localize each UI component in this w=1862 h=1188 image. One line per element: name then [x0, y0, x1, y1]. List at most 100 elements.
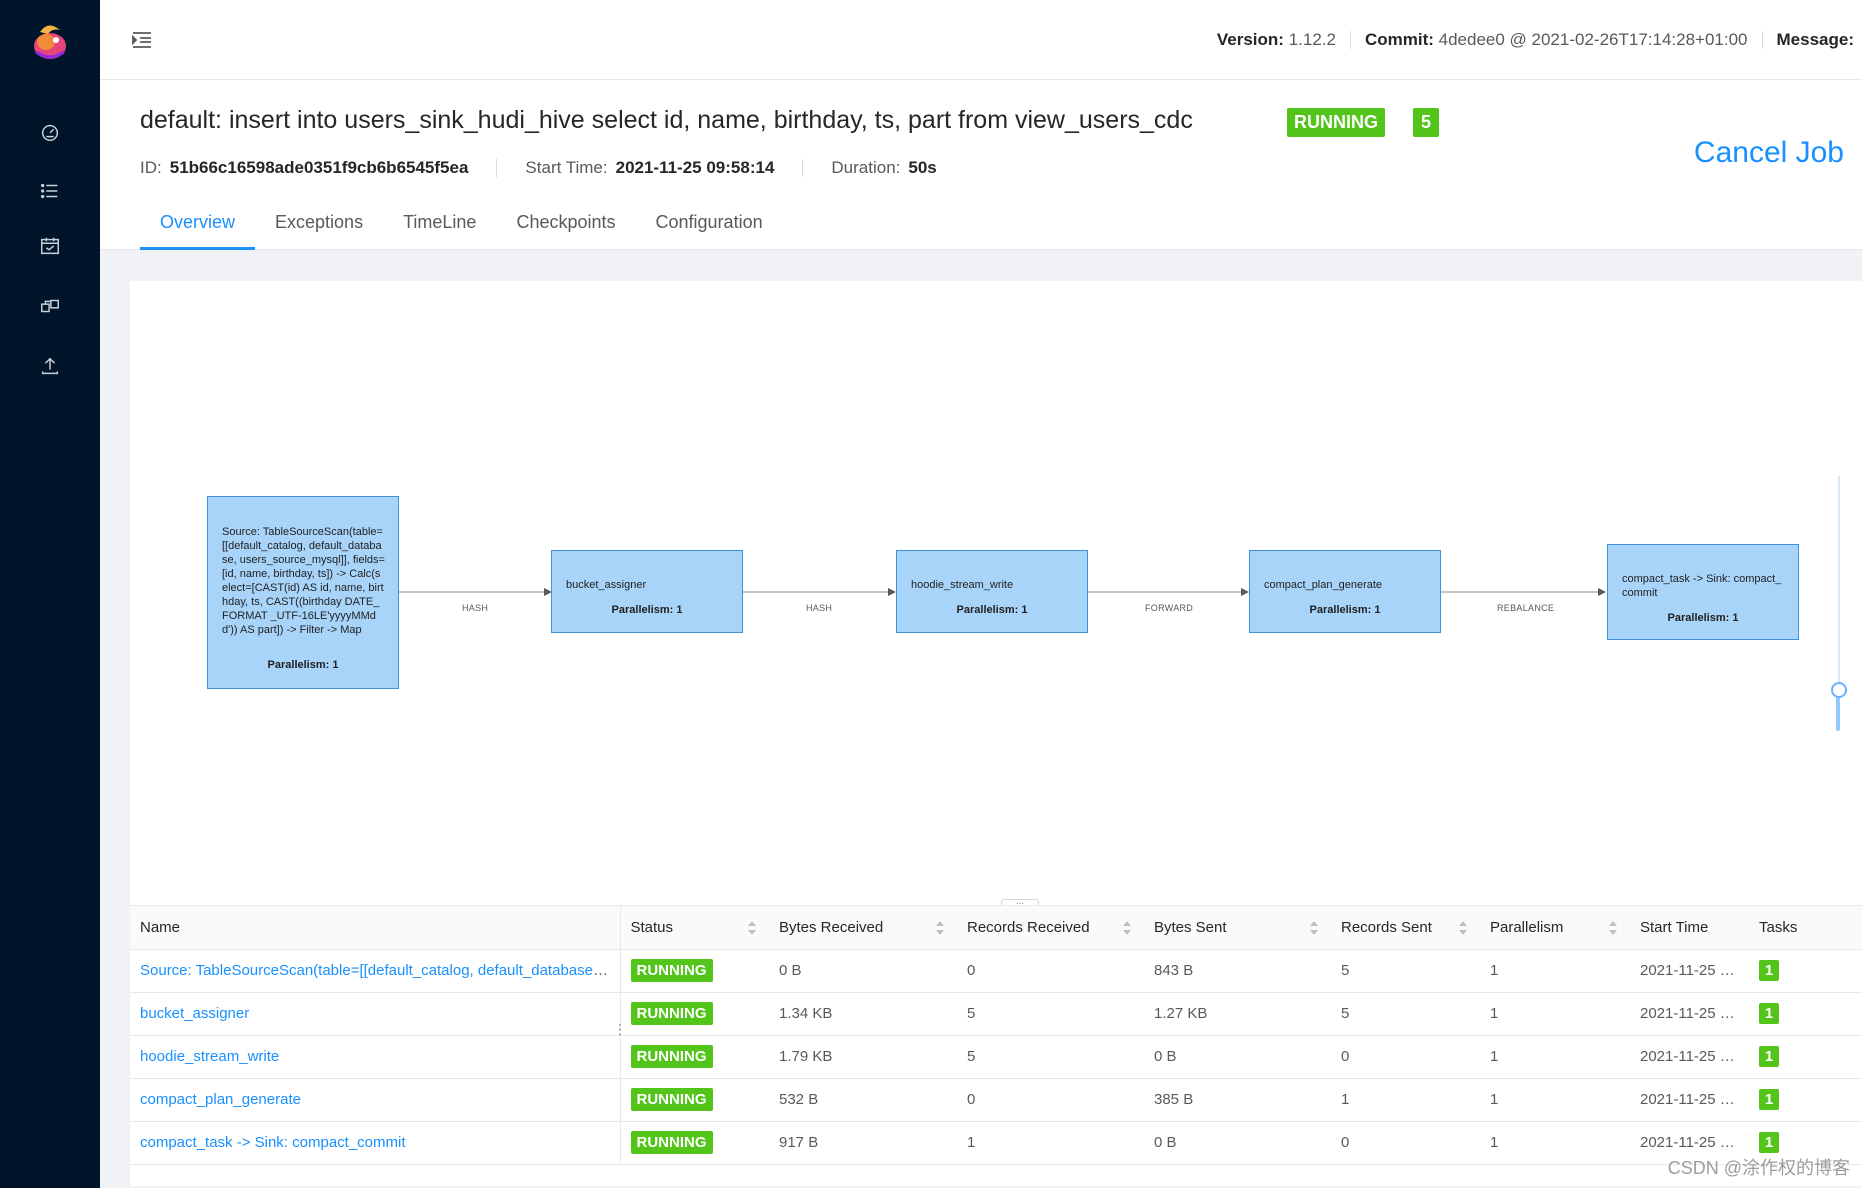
tab-configuration[interactable]: Configuration: [636, 210, 783, 250]
bytes-sent-cell: 385 B: [1144, 1078, 1331, 1122]
parallelism-cell: 1: [1480, 1035, 1630, 1079]
tab-exceptions[interactable]: Exceptions: [255, 210, 383, 250]
vertex-name-cell[interactable]: compact_task -> Sink: compact_commit: [130, 1121, 621, 1165]
vertex-name-link[interactable]: Source: TableSourceScan(table=[[default_…: [140, 962, 619, 979]
job-graph[interactable]: Source: TableSourceScan(table=[[default_…: [130, 281, 1862, 909]
vertex-name-cell[interactable]: bucket_assigner: [130, 992, 621, 1036]
column-header-bytes-received[interactable]: Bytes Received: [769, 906, 957, 950]
vertex-table: Name Status Bytes Received Records Recei…: [130, 905, 1862, 1186]
flink-logo[interactable]: [26, 18, 74, 66]
bytes-sent-cell: 0 B: [1144, 1035, 1331, 1079]
table-row[interactable]: hoodie_stream_write RUNNING 1.79 KB 5 0 …: [130, 1035, 1862, 1079]
task-count-badge: 1: [1759, 1003, 1779, 1024]
job-meta: ID: 51b66c16598ade0351f9cb6b6545f5ea Sta…: [140, 158, 937, 178]
tasks-cell: 1: [1749, 1078, 1862, 1122]
records-sent-cell: 5: [1331, 949, 1480, 993]
status-cell: RUNNING: [620, 949, 769, 993]
column-header-bytes-sent[interactable]: Bytes Sent: [1144, 906, 1331, 950]
graph-node-compact-task-sink[interactable]: compact_task -> Sink: compact_commit Par…: [1607, 544, 1799, 640]
divider: [1761, 31, 1763, 49]
upload-icon[interactable]: [36, 352, 64, 380]
vertex-name-cell[interactable]: compact_plan_generate: [130, 1078, 621, 1122]
table-row[interactable]: compact_task -> Sink: compact_commit RUN…: [130, 1121, 1862, 1165]
vertex-name-cell[interactable]: hoodie_stream_write: [130, 1035, 621, 1079]
status-badge: RUNNING: [630, 1002, 713, 1025]
duration-label: Duration:: [831, 158, 901, 177]
graph-node-bucket-assigner[interactable]: bucket_assigner Parallelism: 1: [551, 550, 743, 633]
tab-overview[interactable]: Overview: [140, 210, 256, 250]
cancel-job-button[interactable]: Cancel Job: [1694, 136, 1844, 170]
tab-checkpoints[interactable]: Checkpoints: [496, 210, 635, 250]
column-header-records-received[interactable]: Records Received: [957, 906, 1144, 950]
job-id-value: 51b66c16598ade0351f9cb6b6545f5ea: [169, 158, 469, 177]
table-row[interactable]: Source: TableSourceScan(table=[[default_…: [130, 949, 1862, 993]
node-parallelism: Parallelism: 1: [1309, 604, 1381, 616]
duration-value: 50s: [908, 158, 937, 177]
vertex-name-link[interactable]: compact_task -> Sink: compact_commit: [140, 1134, 406, 1151]
sort-icon[interactable]: [1309, 920, 1319, 936]
task-count-badge: 1: [1759, 960, 1779, 981]
job-tabs: Overview Exceptions TimeLine Checkpoints…: [140, 210, 783, 250]
column-resize-handle[interactable]: ⋮: [613, 1022, 627, 1048]
vertex-name-link[interactable]: hoodie_stream_write: [140, 1048, 279, 1065]
bytes-received-cell: 917 B: [769, 1121, 957, 1165]
vertex-name-link[interactable]: bucket_assigner: [140, 1005, 249, 1022]
node-name: bucket_assigner: [566, 579, 647, 591]
task-count-badge: 1: [1759, 1132, 1779, 1153]
task-count-badge: 1: [1759, 1046, 1779, 1067]
vertex-name-link[interactable]: compact_plan_generate: [140, 1091, 301, 1108]
column-header-parallelism[interactable]: Parallelism: [1480, 906, 1630, 950]
column-header-status[interactable]: Status: [620, 906, 769, 950]
tasks-cell: 1: [1749, 949, 1862, 993]
records-received-cell: 5: [957, 1035, 1144, 1079]
sort-icon[interactable]: [1608, 920, 1618, 936]
column-header-start-time[interactable]: Start Time: [1630, 906, 1749, 950]
node-name: compact_task -> Sink: compact_commit: [1622, 573, 1782, 599]
vertex-name-cell[interactable]: Source: TableSourceScan(table=[[default_…: [130, 949, 621, 993]
node-parallelism: Parallelism: 1: [611, 604, 683, 616]
status-badge: RUNNING: [630, 1131, 713, 1154]
records-received-cell: 0: [957, 949, 1144, 993]
tasks-cell: 1: [1749, 1035, 1862, 1079]
status-badge: RUNNING: [630, 1045, 713, 1068]
graph-node-compact-plan-generate[interactable]: compact_plan_generate Parallelism: 1: [1249, 550, 1441, 633]
bytes-received-cell: 0 B: [769, 949, 957, 993]
column-label: Parallelism: [1490, 918, 1564, 936]
records-received-cell: 0: [957, 1078, 1144, 1122]
calendar-icon[interactable]: [36, 232, 64, 260]
sort-icon[interactable]: [747, 920, 757, 936]
status-cell: RUNNING: [620, 1121, 769, 1165]
bytes-sent-cell: 843 B: [1144, 949, 1331, 993]
bytes-received-cell: 532 B: [769, 1078, 957, 1122]
running-count-badge: 5: [1413, 108, 1440, 137]
job-list-icon[interactable]: [36, 177, 64, 205]
records-sent-cell: 5: [1331, 992, 1480, 1036]
column-header-name[interactable]: Name: [130, 906, 621, 950]
column-label: Records Received: [967, 918, 1090, 936]
table-row[interactable]: bucket_assigner RUNNING 1.34 KB 5 1.27 K…: [130, 992, 1862, 1036]
divider: [802, 159, 804, 177]
start-time-cell: 2021-11-25 09:5: [1630, 992, 1749, 1036]
table-row[interactable]: compact_plan_generate RUNNING 532 B 0 38…: [130, 1078, 1862, 1122]
sort-icon[interactable]: [1122, 920, 1132, 936]
graph-node-source[interactable]: Source: TableSourceScan(table=[[default_…: [207, 496, 399, 689]
task-count-badge: 1: [1759, 1089, 1779, 1110]
overview-panel: Source: TableSourceScan(table=[[default_…: [130, 281, 1862, 1186]
menu-toggle-icon[interactable]: [130, 28, 154, 52]
records-sent-cell: 0: [1331, 1121, 1480, 1165]
edge-label: HASH: [462, 603, 489, 613]
sort-icon[interactable]: [1458, 920, 1468, 936]
watermark: CSDN @涂作权的博客: [1667, 1158, 1850, 1178]
dashboard-icon[interactable]: [36, 118, 64, 146]
tab-timeline[interactable]: TimeLine: [383, 210, 496, 250]
zoom-slider-handle[interactable]: [1831, 682, 1847, 698]
task-managers-icon[interactable]: [36, 292, 64, 320]
table-header-row: Name Status Bytes Received Records Recei…: [130, 906, 1862, 950]
graph-node-hoodie-stream-write[interactable]: hoodie_stream_write Parallelism: 1: [896, 550, 1088, 633]
sort-icon[interactable]: [935, 920, 945, 936]
status-cell: RUNNING: [620, 992, 769, 1036]
job-status-badge: RUNNING: [1287, 108, 1385, 137]
parallelism-cell: 1: [1480, 1121, 1630, 1165]
divider: [1349, 31, 1351, 49]
column-header-records-sent[interactable]: Records Sent: [1331, 906, 1480, 950]
